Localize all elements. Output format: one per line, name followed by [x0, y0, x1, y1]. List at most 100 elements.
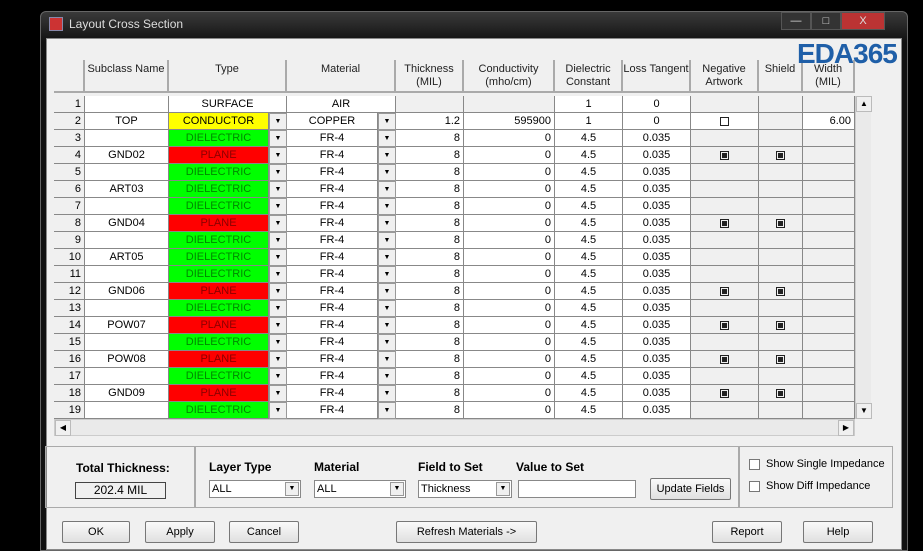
negative-artwork-cell[interactable] — [691, 113, 759, 130]
help-button[interactable]: Help — [803, 521, 873, 543]
subclass-name-cell[interactable]: ART05 — [85, 249, 169, 266]
width-cell[interactable] — [803, 181, 855, 198]
width-cell[interactable] — [803, 334, 855, 351]
dropdown-arrow-icon[interactable]: ▼ — [378, 334, 396, 351]
conductivity-cell[interactable]: 0 — [464, 368, 555, 385]
material-cell[interactable]: FR-4 — [287, 181, 378, 198]
dielectric-constant-cell[interactable]: 1 — [555, 96, 623, 113]
subclass-name-cell[interactable] — [85, 130, 169, 147]
conductivity-cell[interactable]: 0 — [464, 215, 555, 232]
type-cell[interactable]: PLANE — [169, 385, 269, 402]
width-cell[interactable] — [803, 368, 855, 385]
dielectric-constant-cell[interactable]: 4.5 — [555, 300, 623, 317]
conductivity-cell[interactable]: 0 — [464, 300, 555, 317]
thickness-cell[interactable] — [396, 96, 464, 113]
width-cell[interactable] — [803, 96, 855, 113]
dropdown-arrow-icon[interactable]: ▼ — [378, 164, 396, 181]
checkbox-icon[interactable] — [776, 320, 785, 330]
subclass-name-cell[interactable] — [85, 266, 169, 283]
scroll-down-icon[interactable]: ▼ — [856, 403, 872, 419]
type-cell[interactable]: DIELECTRIC — [169, 402, 269, 419]
loss-tangent-cell[interactable]: 0.035 — [623, 283, 691, 300]
shield-cell[interactable] — [759, 283, 803, 300]
type-cell[interactable]: DIELECTRIC — [169, 300, 269, 317]
loss-tangent-cell[interactable]: 0.035 — [623, 385, 691, 402]
dielectric-constant-cell[interactable]: 4.5 — [555, 232, 623, 249]
dropdown-arrow-icon[interactable]: ▼ — [269, 113, 287, 130]
thickness-cell[interactable]: 8 — [396, 215, 464, 232]
subclass-name-cell[interactable]: TOP — [85, 113, 169, 130]
material-cell[interactable]: FR-4 — [287, 232, 378, 249]
loss-tangent-cell[interactable]: 0.035 — [623, 334, 691, 351]
type-cell[interactable]: DIELECTRIC — [169, 181, 269, 198]
subclass-name-cell[interactable]: GND06 — [85, 283, 169, 300]
subclass-name-cell[interactable] — [85, 96, 169, 113]
scroll-right-icon[interactable]: ▶ — [838, 420, 854, 436]
dielectric-constant-cell[interactable]: 4.5 — [555, 334, 623, 351]
dropdown-arrow-icon[interactable]: ▼ — [269, 130, 287, 147]
conductivity-cell[interactable]: 0 — [464, 249, 555, 266]
dielectric-constant-cell[interactable]: 4.5 — [555, 249, 623, 266]
layer-type-select[interactable]: ALL ▼ — [209, 480, 301, 498]
checkbox-icon[interactable] — [720, 354, 729, 364]
thickness-cell[interactable]: 8 — [396, 164, 464, 181]
subclass-name-cell[interactable]: GND09 — [85, 385, 169, 402]
scroll-left-icon[interactable]: ◀ — [55, 420, 71, 436]
material-cell[interactable]: FR-4 — [287, 334, 378, 351]
width-cell[interactable] — [803, 317, 855, 334]
conductivity-cell[interactable]: 0 — [464, 181, 555, 198]
loss-tangent-cell[interactable]: 0.035 — [623, 266, 691, 283]
column-header-material[interactable]: Material — [287, 60, 396, 93]
apply-button[interactable]: Apply — [145, 521, 215, 543]
subclass-name-cell[interactable]: ART03 — [85, 181, 169, 198]
type-cell[interactable]: DIELECTRIC — [169, 232, 269, 249]
shield-cell[interactable] — [759, 317, 803, 334]
negative-artwork-cell[interactable] — [691, 351, 759, 368]
loss-tangent-cell[interactable]: 0.035 — [623, 164, 691, 181]
vertical-scrollbar[interactable]: ▲ ▼ — [855, 96, 872, 419]
type-cell[interactable]: DIELECTRIC — [169, 334, 269, 351]
width-cell[interactable] — [803, 402, 855, 419]
dropdown-arrow-icon[interactable]: ▼ — [378, 368, 396, 385]
thickness-cell[interactable]: 8 — [396, 198, 464, 215]
width-cell[interactable] — [803, 147, 855, 164]
subclass-name-cell[interactable] — [85, 232, 169, 249]
minimize-button[interactable]: — — [781, 12, 811, 30]
loss-tangent-cell[interactable]: 0.035 — [623, 368, 691, 385]
shield-cell[interactable] — [759, 385, 803, 402]
subclass-name-cell[interactable] — [85, 300, 169, 317]
loss-tangent-cell[interactable]: 0.035 — [623, 300, 691, 317]
type-cell[interactable]: PLANE — [169, 351, 269, 368]
thickness-cell[interactable]: 8 — [396, 385, 464, 402]
conductivity-cell[interactable] — [464, 96, 555, 113]
conductivity-cell[interactable]: 0 — [464, 283, 555, 300]
thickness-cell[interactable]: 8 — [396, 181, 464, 198]
conductivity-cell[interactable]: 0 — [464, 402, 555, 419]
width-cell[interactable] — [803, 283, 855, 300]
column-header-subclass-name[interactable]: Subclass Name — [85, 60, 169, 93]
type-cell[interactable]: DIELECTRIC — [169, 368, 269, 385]
checkbox-icon[interactable] — [776, 150, 785, 160]
material-cell[interactable]: FR-4 — [287, 215, 378, 232]
dielectric-constant-cell[interactable]: 4.5 — [555, 164, 623, 181]
subclass-name-cell[interactable] — [85, 402, 169, 419]
field-to-set-select[interactable]: Thickness ▼ — [418, 480, 512, 498]
dielectric-constant-cell[interactable]: 4.5 — [555, 402, 623, 419]
material-cell[interactable]: FR-4 — [287, 368, 378, 385]
loss-tangent-cell[interactable]: 0 — [623, 113, 691, 130]
subclass-name-cell[interactable] — [85, 334, 169, 351]
width-cell[interactable] — [803, 198, 855, 215]
negative-artwork-cell[interactable] — [691, 385, 759, 402]
dielectric-constant-cell[interactable]: 4.5 — [555, 385, 623, 402]
dropdown-arrow-icon[interactable]: ▼ — [269, 283, 287, 300]
column-header-loss-tangent[interactable]: Loss Tangent — [623, 60, 691, 93]
width-cell[interactable] — [803, 164, 855, 181]
subclass-name-cell[interactable]: GND04 — [85, 215, 169, 232]
type-cell[interactable]: DIELECTRIC — [169, 164, 269, 181]
loss-tangent-cell[interactable]: 0.035 — [623, 249, 691, 266]
material-cell[interactable]: FR-4 — [287, 266, 378, 283]
conductivity-cell[interactable]: 0 — [464, 164, 555, 181]
material-cell[interactable]: FR-4 — [287, 283, 378, 300]
thickness-cell[interactable]: 8 — [396, 334, 464, 351]
loss-tangent-cell[interactable]: 0.035 — [623, 198, 691, 215]
